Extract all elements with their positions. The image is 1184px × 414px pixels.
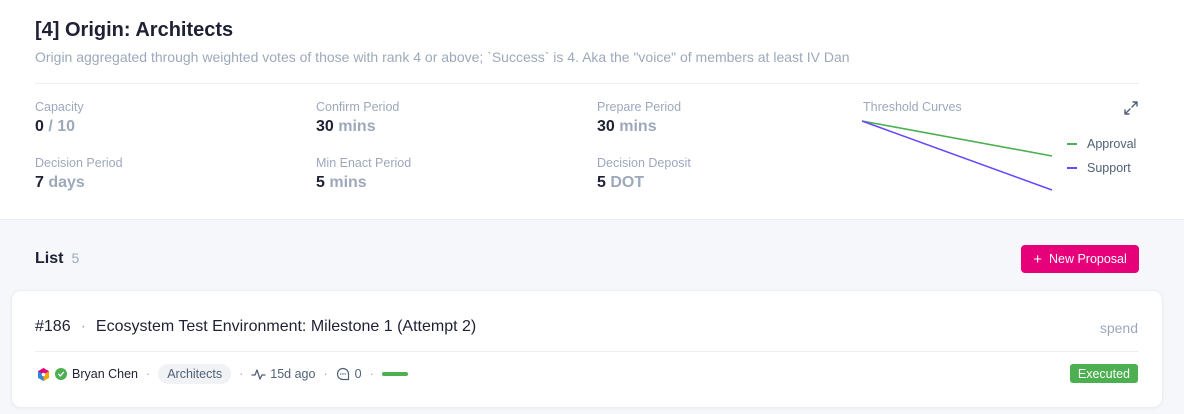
threshold-curves-chart: [861, 120, 1053, 191]
stat-value: 0 / 10: [35, 118, 84, 136]
stat-confirm-period: Confirm Period 30 mins: [316, 100, 399, 136]
stat-min-enact-period: Min Enact Period 5 mins: [316, 156, 411, 192]
track-description: Origin aggregated through weighted votes…: [35, 49, 850, 65]
proposal-index: #186: [35, 318, 71, 335]
author-name[interactable]: Bryan Chen: [72, 367, 138, 381]
comment-icon: [336, 367, 349, 381]
stat-decision-deposit: Decision Deposit 5 DOT: [597, 156, 691, 192]
legend-support: Support: [1067, 161, 1131, 175]
track-summary: [4] Origin: Architects Origin aggregated…: [0, 0, 1184, 220]
stat-label: Confirm Period: [316, 100, 400, 114]
legend-label: Support: [1087, 161, 1131, 175]
stat-label: Capacity: [35, 100, 84, 114]
list-title: List: [35, 250, 64, 267]
stat-number: 30: [597, 118, 615, 135]
stat-value: 5 mins: [316, 174, 411, 192]
tally-bar: [381, 372, 408, 376]
separator-dot: ·: [239, 367, 244, 381]
stat-number: 5: [597, 174, 606, 191]
summary-divider: [35, 83, 1139, 84]
avatar-icon: [38, 367, 49, 381]
separator-dot: ·: [323, 367, 328, 381]
stat-unit: mins: [338, 118, 376, 135]
approval-swatch: [1067, 143, 1077, 145]
stat-unit: mins: [329, 174, 367, 191]
stat-label: Decision Period: [35, 156, 123, 170]
stat-value: 5 DOT: [597, 174, 691, 192]
new-proposal-button[interactable]: + New Proposal: [1021, 245, 1139, 273]
support-curve: [861, 120, 1053, 191]
stat-label: Decision Deposit: [597, 156, 691, 170]
stat-value: 30 mins: [597, 118, 681, 136]
list-header: List 5: [35, 250, 79, 268]
stat-number: 0: [35, 118, 44, 135]
comment-count: 0: [354, 367, 362, 381]
proposal-card[interactable]: #186 · Ecosystem Test Environment: Miles…: [11, 290, 1163, 408]
verified-icon: [55, 368, 67, 380]
stat-number: 7: [35, 174, 44, 191]
stat-unit: DOT: [610, 174, 645, 191]
page-title: [4] Origin: Architects: [35, 19, 234, 41]
stat-label: Prepare Period: [597, 100, 682, 114]
track-tag[interactable]: Architects: [158, 364, 232, 384]
proposal-meta: Bryan Chen · Architects · 15d ago · 0 ·: [36, 363, 408, 385]
approval-curve: [861, 120, 1053, 157]
legend-approval: Approval: [1067, 137, 1136, 151]
support-swatch: [1067, 167, 1077, 169]
activity-icon: [251, 368, 266, 380]
stat-number: 5: [316, 174, 325, 191]
card-divider: [35, 351, 1139, 352]
stat-value: 30 mins: [316, 118, 399, 136]
stat-prepare-period: Prepare Period 30 mins: [597, 100, 681, 136]
status-badge: Executed: [1069, 364, 1138, 383]
proposal-title-row[interactable]: #186 · Ecosystem Test Environment: Miles…: [35, 318, 476, 336]
stat-unit: / 10: [48, 118, 76, 135]
plus-icon: +: [1033, 250, 1042, 268]
separator-dot: ·: [369, 367, 374, 381]
stat-capacity: Capacity 0 / 10: [35, 100, 84, 136]
expand-icon[interactable]: [1122, 99, 1140, 117]
separator-dot: ·: [80, 318, 86, 335]
stat-number: 30: [316, 118, 334, 135]
proposal-title[interactable]: Ecosystem Test Environment: Milestone 1 …: [96, 318, 476, 336]
stat-value: 7 days: [35, 174, 123, 192]
new-proposal-label: New Proposal: [1048, 252, 1127, 266]
stat-unit: days: [48, 174, 85, 191]
stat-label: Min Enact Period: [316, 156, 412, 170]
proposal-time: 15d ago: [270, 367, 316, 381]
stat-decision-period: Decision Period 7 days: [35, 156, 123, 192]
legend-label: Approval: [1087, 137, 1137, 151]
stat-unit: mins: [619, 118, 657, 135]
proposal-type: spend: [1099, 320, 1138, 336]
list-count: 5: [71, 250, 80, 266]
threshold-curves-label: Threshold Curves: [863, 100, 962, 114]
separator-dot: ·: [146, 367, 151, 381]
